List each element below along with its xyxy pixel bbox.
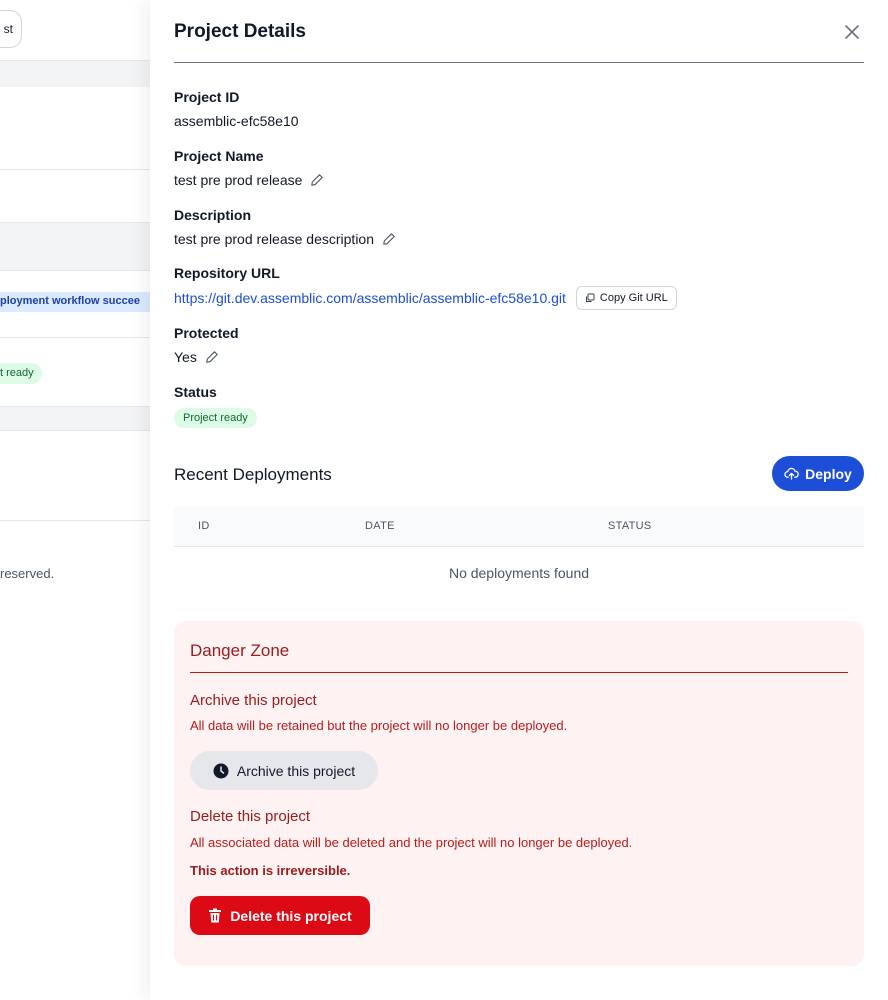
archive-description: All data will be retained but the projec… — [190, 718, 568, 733]
divider — [0, 169, 150, 170]
close-button[interactable] — [842, 22, 862, 42]
danger-zone-title: Danger Zone — [190, 641, 290, 660]
danger-divider — [190, 672, 848, 673]
irreversible-warning: This action is irreversible. — [190, 863, 351, 878]
divider — [0, 520, 150, 521]
background-ready-badge: t ready — [0, 363, 42, 384]
project-id-value: assemblic-efc58e10 — [174, 113, 299, 129]
close-icon — [845, 25, 859, 39]
copy-git-url-label: Copy Git URL — [599, 292, 668, 304]
protected-field: Protected Yes — [174, 325, 239, 365]
field-label: Description — [174, 207, 252, 223]
deployments-table: ID DATE STATUS No deployments found — [174, 507, 864, 581]
deploy-button[interactable]: Deploy — [772, 456, 864, 491]
background-button[interactable]: st — [0, 10, 22, 48]
field-label: Project Name — [174, 148, 264, 164]
field-label: Project ID — [174, 89, 240, 105]
background-band — [0, 61, 150, 87]
column-header-status: STATUS — [608, 520, 652, 532]
pencil-icon[interactable] — [382, 232, 396, 246]
pencil-icon[interactable] — [310, 173, 324, 187]
deploy-label: Deploy — [805, 465, 852, 482]
description-field: Description test pre prod release descri… — [174, 207, 396, 247]
delete-title: Delete this project — [190, 808, 311, 825]
column-header-date: DATE — [365, 520, 395, 532]
archive-button-label: Archive this project — [236, 762, 356, 779]
table-header: ID DATE STATUS — [174, 507, 864, 547]
column-header-id: ID — [198, 520, 210, 532]
repository-url-link[interactable]: https://git.dev.assemblic.com/assemblic/… — [174, 290, 566, 306]
divider — [0, 337, 150, 338]
divider — [0, 270, 150, 271]
status-field: Status Project ready — [174, 384, 257, 428]
copy-git-url-button[interactable]: Copy Git URL — [575, 286, 677, 310]
archive-project-button[interactable]: Archive this project — [190, 751, 378, 790]
copy-icon — [585, 293, 595, 302]
drawer-header: Project Details — [174, 0, 864, 63]
field-label: Protected — [174, 325, 239, 341]
project-name-field: Project Name test pre prod release — [174, 148, 324, 188]
background-footer-text: reserved. — [0, 566, 55, 581]
field-label: Repository URL — [174, 265, 280, 281]
protected-value: Yes — [174, 349, 239, 365]
status-badge: Project ready — [174, 408, 257, 428]
clock-icon — [213, 763, 229, 778]
project-id-field: Project ID assemblic-efc58e10 — [174, 89, 299, 129]
upload-cloud-icon — [784, 467, 799, 480]
trash-icon — [209, 908, 222, 923]
background-button-label: st — [3, 22, 13, 36]
background-band — [0, 407, 150, 430]
field-value-text: test pre prod release description — [174, 231, 374, 247]
repository-url-field: Repository URL https://git.dev.assemblic… — [174, 265, 677, 310]
recent-deployments-title: Recent Deployments — [174, 465, 332, 484]
empty-state-text: No deployments found — [448, 565, 590, 581]
background-status-badge: ployment workflow succee — [0, 292, 150, 312]
description-value: test pre prod release description — [174, 231, 396, 247]
field-value-text: Yes — [174, 349, 197, 365]
project-details-drawer: Project Details Project ID assemblic-efc… — [150, 0, 888, 1000]
project-name-value: test pre prod release — [174, 172, 324, 188]
divider — [0, 430, 150, 431]
delete-project-button[interactable]: Delete this project — [190, 896, 370, 935]
background-band — [0, 223, 150, 270]
delete-description: All associated data will be deleted and … — [190, 835, 633, 850]
delete-button-label: Delete this project — [230, 907, 352, 924]
field-value-text: assemblic-efc58e10 — [174, 113, 299, 129]
background-page: st ployment workflow succee t ready rese… — [0, 0, 150, 1000]
archive-title: Archive this project — [190, 692, 317, 709]
drawer-title: Project Details — [174, 21, 306, 42]
pencil-icon[interactable] — [205, 350, 219, 364]
field-label: Status — [174, 384, 217, 400]
repository-url-value: https://git.dev.assemblic.com/assemblic/… — [174, 286, 677, 310]
field-value-text: test pre prod release — [174, 172, 303, 188]
danger-zone: Danger Zone Archive this project All dat… — [174, 621, 864, 966]
